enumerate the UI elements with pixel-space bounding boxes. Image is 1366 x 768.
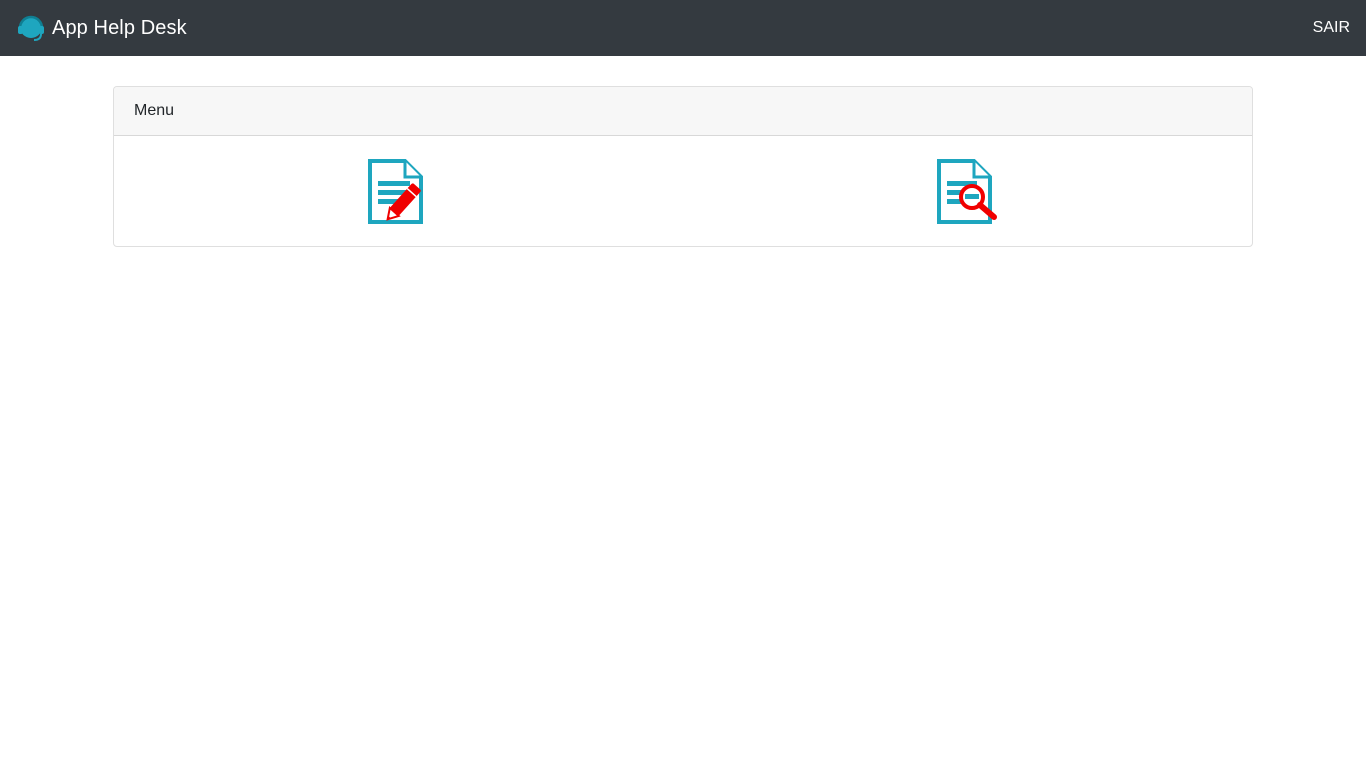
brand-link[interactable]: App Help Desk: [16, 13, 187, 43]
document-search-icon: [936, 159, 997, 224]
open-ticket-link[interactable]: [367, 158, 431, 226]
headset-icon: [16, 13, 46, 43]
menu-card-body: [114, 136, 1252, 246]
menu-card-header: Menu: [114, 87, 1252, 136]
menu-column-open-ticket: [114, 136, 683, 246]
brand-title: App Help Desk: [52, 16, 187, 39]
menu-card: Menu: [113, 86, 1253, 247]
logout-link[interactable]: SAIR: [1313, 19, 1350, 37]
menu-column-consult-ticket: [683, 136, 1252, 246]
top-navbar: App Help Desk SAIR: [0, 0, 1366, 56]
consult-ticket-link[interactable]: [936, 158, 1000, 226]
document-edit-icon: [367, 159, 423, 224]
